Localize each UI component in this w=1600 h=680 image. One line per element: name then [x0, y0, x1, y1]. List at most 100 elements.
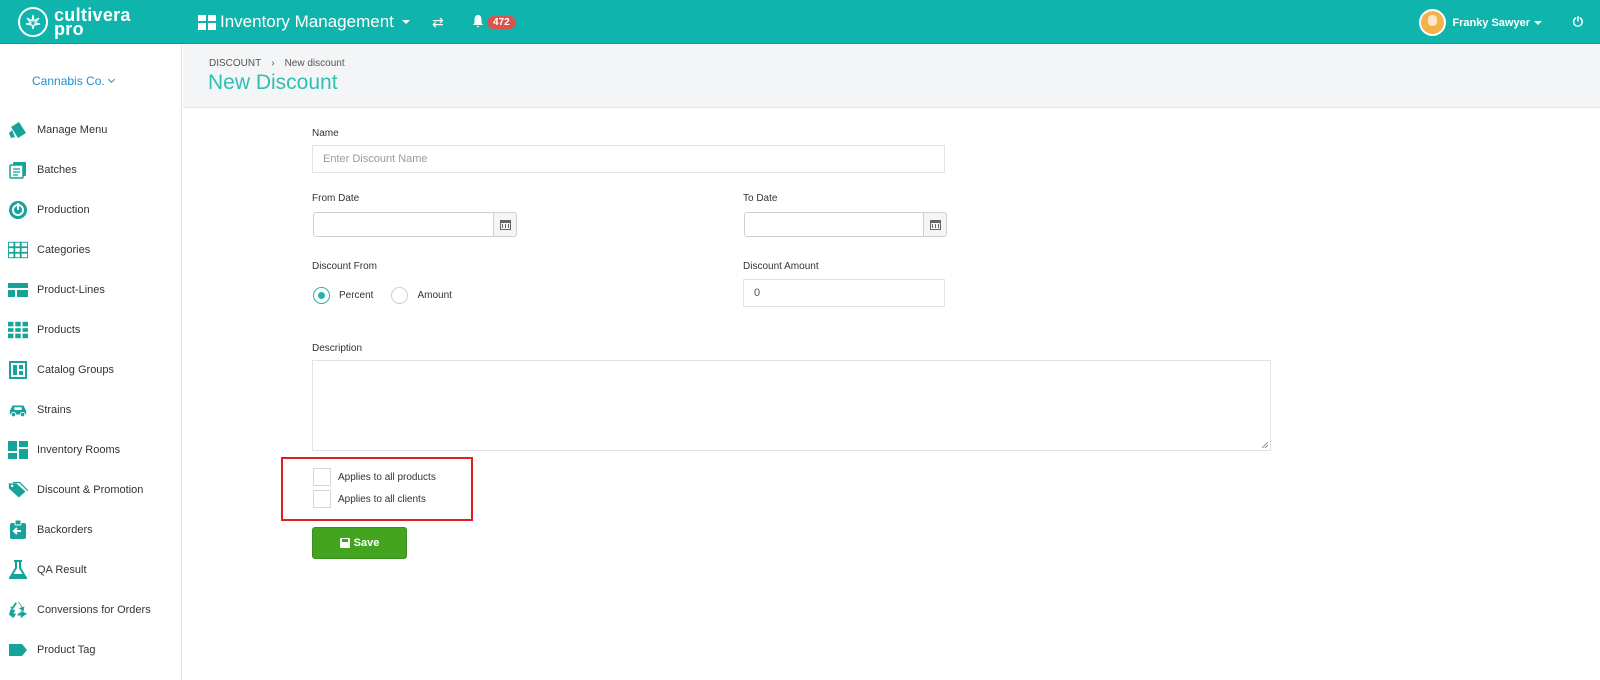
discount-amount-label: Discount Amount — [743, 261, 819, 272]
discount-from-label: Discount From — [312, 261, 378, 272]
save-button-label: Save — [353, 537, 380, 549]
breadcrumb-current: New discount — [284, 58, 345, 69]
amount-radio-label[interactable]: Amount — [417, 290, 451, 301]
sidebar-item-batches[interactable]: Batches — [0, 150, 182, 190]
to-date-picker — [744, 212, 947, 237]
sidebar-item-strains[interactable]: Strains — [0, 390, 182, 430]
sidebar-item-categories[interactable]: Categories — [0, 230, 182, 270]
exchange-icon[interactable]: ⇄ — [432, 14, 444, 31]
discount-tag-icon — [8, 480, 28, 500]
applies-clients-label[interactable]: Applies to all clients — [338, 494, 426, 505]
from-date-calendar-button[interactable] — [494, 212, 517, 237]
company-selector[interactable]: Cannabis Co. — [32, 74, 115, 88]
page-title: New Discount — [208, 71, 338, 94]
save-floppy-icon — [339, 538, 350, 548]
sidebar-item-inventory-rooms[interactable]: Inventory Rooms — [0, 430, 182, 470]
sidebar-nav: Manage Menu Batches Production Categorie… — [0, 110, 182, 670]
sidebar-item-manage-menu[interactable]: Manage Menu — [0, 110, 182, 150]
applies-clients-checkbox[interactable] — [313, 490, 331, 508]
sidebar-item-qa-result[interactable]: QA Result — [0, 550, 182, 590]
app-grid-icon — [198, 14, 216, 30]
sidebar-item-product-tag[interactable]: Product Tag — [0, 630, 182, 670]
sidebar-item-product-lines[interactable]: Product-Lines — [0, 270, 182, 310]
categories-grid-icon — [8, 240, 28, 260]
amount-radio[interactable] — [391, 287, 409, 304]
chevron-down-icon — [107, 75, 115, 84]
applies-products-row: Applies to all products — [313, 468, 436, 486]
description-textarea[interactable] — [312, 360, 1271, 451]
sidebar-item-label: QA Result — [37, 564, 87, 576]
sidebar-item-label: Product Tag — [37, 644, 96, 656]
sidebar: Cannabis Co. Manage Menu Batches Product… — [0, 44, 182, 680]
save-button[interactable]: Save — [312, 527, 407, 559]
sidebar-item-label: Manage Menu — [37, 124, 108, 136]
sidebar-item-label: Backorders — [37, 524, 93, 536]
power-icon[interactable]: ⏻ — [1573, 14, 1583, 30]
discount-amount-input[interactable]: 0 — [743, 279, 945, 307]
strains-icon — [8, 400, 28, 420]
sidebar-item-label: Batches — [37, 164, 77, 176]
production-icon — [8, 200, 28, 220]
recycle-icon — [8, 600, 28, 620]
calendar-icon — [929, 219, 941, 230]
percent-radio[interactable] — [313, 287, 330, 304]
breadcrumb-separator-icon: › — [271, 58, 275, 69]
product-lines-icon — [8, 280, 28, 300]
backorders-icon — [8, 520, 28, 540]
highlight-box — [281, 457, 473, 521]
resize-handle-icon[interactable] — [1262, 442, 1268, 448]
sidebar-item-backorders[interactable]: Backorders — [0, 510, 182, 550]
user-caret-down-icon — [1534, 20, 1542, 25]
caret-down-icon — [401, 20, 410, 24]
sidebar-item-label: Strains — [37, 404, 72, 416]
description-label: Description — [312, 343, 363, 354]
company-name: Cannabis Co. — [32, 74, 105, 88]
breadcrumb-parent-link[interactable]: DISCOUNT — [209, 58, 261, 69]
sidebar-item-production[interactable]: Production — [0, 190, 182, 230]
to-date-input[interactable] — [744, 212, 924, 237]
percent-radio-label[interactable]: Percent — [339, 290, 373, 301]
sidebar-item-label: Categories — [37, 244, 91, 256]
breadcrumb: DISCOUNT › New discount — [209, 58, 345, 69]
sidebar-item-label: Discount & Promotion — [37, 484, 144, 496]
menu-tag-icon — [8, 120, 28, 140]
sidebar-item-label: Conversions for Orders — [37, 604, 151, 616]
sidebar-item-conversions-for-orders[interactable]: Conversions for Orders — [0, 590, 182, 630]
sidebar-item-products[interactable]: Products — [0, 310, 182, 350]
sidebar-item-label: Production — [37, 204, 90, 216]
sidebar-item-catalog-groups[interactable]: Catalog Groups — [0, 350, 182, 390]
top-navbar: cultivera pro Inventory Management ⇄ 472… — [0, 0, 1600, 44]
sidebar-item-label: Catalog Groups — [37, 364, 115, 376]
app-switcher[interactable]: Inventory Management — [198, 12, 410, 32]
cultivera-logo[interactable]: cultivera pro — [18, 5, 131, 39]
applies-products-checkbox[interactable] — [313, 468, 331, 486]
products-grid-icon — [8, 320, 28, 340]
discount-from-options: Percent Amount — [313, 287, 470, 304]
catalog-groups-icon — [8, 360, 28, 380]
notification-count-badge[interactable]: 472 — [487, 16, 516, 29]
sidebar-item-discount-promotion[interactable]: Discount & Promotion — [0, 470, 182, 510]
inventory-rooms-icon — [8, 440, 28, 460]
from-date-picker — [313, 212, 517, 237]
name-label: Name — [312, 128, 339, 139]
flask-icon — [8, 560, 28, 580]
sidebar-item-label: Product-Lines — [37, 284, 105, 296]
to-date-label: To Date — [743, 193, 778, 204]
sidebar-item-label: Products — [37, 324, 81, 336]
discount-name-input[interactable]: Enter Discount Name — [312, 145, 945, 173]
app-title: Inventory Management — [220, 12, 394, 31]
avatar — [1419, 9, 1447, 36]
from-date-input[interactable] — [313, 212, 494, 237]
applies-products-label[interactable]: Applies to all products — [338, 472, 436, 483]
applies-clients-row: Applies to all clients — [313, 490, 426, 508]
sidebar-item-label: Inventory Rooms — [37, 444, 121, 456]
batches-icon — [8, 160, 28, 180]
bell-icon[interactable] — [472, 14, 484, 28]
user-name: Franky Sawyer — [1452, 16, 1530, 29]
cannabis-leaf-icon — [18, 7, 48, 37]
calendar-icon — [499, 219, 511, 230]
from-date-label: From Date — [312, 193, 360, 204]
user-menu[interactable]: Franky Sawyer — [1419, 9, 1542, 36]
tag-icon — [8, 640, 28, 660]
to-date-calendar-button[interactable] — [924, 212, 947, 237]
